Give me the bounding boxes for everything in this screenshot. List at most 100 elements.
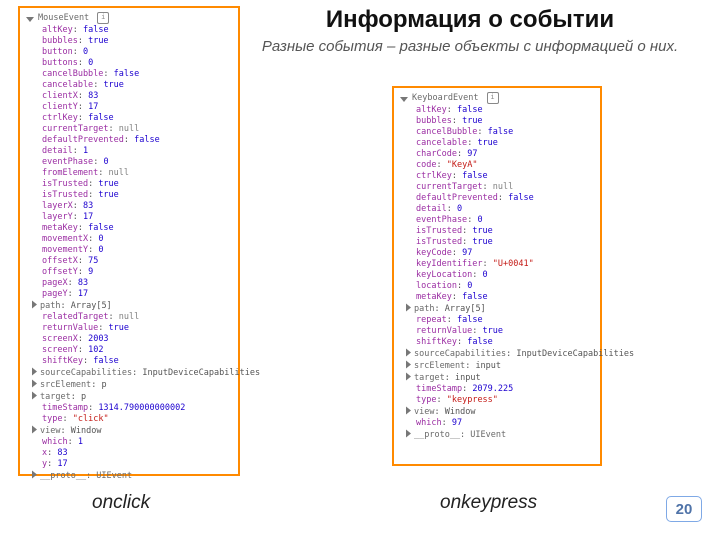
property-row[interactable]: srcElement: input [406,360,596,372]
property-row[interactable]: path: Array[5] [406,303,596,315]
property-key: repeat [416,315,447,325]
property-row[interactable]: sourceCapabilities: InputDeviceCapabilit… [406,348,596,360]
page-title: Информация о событии [260,6,680,34]
property-row[interactable]: srcElement: p [32,379,234,391]
property-key: keyLocation [416,270,472,280]
info-icon[interactable]: i [97,12,109,24]
property-row[interactable]: target: p [32,391,234,403]
property-row: shiftKey: false [42,356,234,367]
property-row: isTrusted: true [416,237,596,248]
info-icon[interactable]: i [487,92,499,104]
property-key: isTrusted [42,179,88,189]
chevron-right-icon [406,407,411,415]
property-row: buttons: 0 [42,58,234,69]
property-value: Array[5] [71,301,112,311]
property-value: Window [445,407,476,417]
property-value: 17 [78,289,88,299]
property-value: 2079.225 [472,384,513,394]
property-key: pageY [42,289,68,299]
property-key: defaultPrevented [416,193,498,203]
property-row: timeStamp: 2079.225 [416,384,596,395]
property-key: detail [416,204,447,214]
property-key: metaKey [42,223,78,233]
property-key: eventPhase [416,215,467,225]
property-value: 0 [467,281,472,291]
property-key: keyIdentifier [416,259,483,269]
property-value: 0 [103,157,108,167]
property-key: cancelable [42,80,93,90]
property-row: returnValue: true [416,326,596,337]
property-key: buttons [42,58,78,68]
property-value: 97 [467,149,477,159]
property-value: p [101,380,106,390]
property-value: false [467,337,493,347]
property-key: view [40,426,60,436]
property-key: which [42,437,68,447]
property-key: clientY [42,102,78,112]
property-value: false [134,135,160,145]
proto-row[interactable]: __proto__: UIEvent [26,470,234,482]
keyboardevent-header[interactable]: KeyboardEvent i [400,92,596,104]
property-row: timeStamp: 1314.790000000002 [42,403,234,414]
property-value: input [475,361,501,371]
property-key: clientX [42,91,78,101]
property-key: altKey [416,105,447,115]
event-class-name: KeyboardEvent [412,93,479,104]
property-row: keyLocation: 0 [416,270,596,281]
property-value: 83 [83,201,93,211]
property-row: relatedTarget: null [42,312,234,323]
proto-row[interactable]: __proto__: UIEvent [400,429,596,441]
property-row: cancelBubble: false [416,127,596,138]
property-row: defaultPrevented: false [42,135,234,146]
property-row: button: 0 [42,47,234,58]
property-row: cancelBubble: false [42,69,234,80]
property-row[interactable]: path: Array[5] [32,300,234,312]
property-value: false [88,223,114,233]
property-value: false [508,193,534,203]
property-key: offsetX [42,256,78,266]
chevron-right-icon [406,430,411,438]
property-value: true [103,80,123,90]
mouseevent-header[interactable]: MouseEvent i [26,12,234,24]
property-key: target [40,392,71,402]
property-value: 97 [452,418,462,428]
page-number-badge: 20 [666,496,702,522]
property-value: false [462,171,488,181]
property-row[interactable]: sourceCapabilities: InputDeviceCapabilit… [32,367,234,379]
keyboardevent-panel: KeyboardEvent i altKey: falsebubbles: tr… [392,86,602,466]
property-key: screenY [42,345,78,355]
property-row[interactable]: view: Window [32,425,234,437]
property-row: repeat: false [416,315,596,326]
property-value: input [455,373,481,383]
property-key: eventPhase [42,157,93,167]
property-row: eventPhase: 0 [42,157,234,168]
property-value: true [477,138,497,148]
property-value: 75 [88,256,98,266]
property-value: "keypress" [447,395,498,405]
chevron-right-icon [32,368,37,376]
chevron-right-icon [32,392,37,400]
property-value: 102 [88,345,103,355]
property-value: "click" [73,414,109,424]
mouseevent-properties: altKey: falsebubbles: truebutton: 0butto… [26,25,234,470]
chevron-right-icon [32,426,37,434]
property-row: clientY: 17 [42,102,234,113]
property-value: false [93,356,119,366]
property-row: ctrlKey: false [42,113,234,124]
property-row: x: 83 [42,448,234,459]
property-key: ctrlKey [416,171,452,181]
property-value: 17 [88,102,98,112]
property-row: isTrusted: true [42,190,234,201]
property-key: ctrlKey [42,113,78,123]
property-row: keyIdentifier: "U+0041" [416,259,596,270]
property-key: returnValue [42,323,98,333]
property-key: relatedTarget [42,312,109,322]
property-key: which [416,418,442,428]
property-row[interactable]: view: Window [406,406,596,418]
property-row: screenY: 102 [42,345,234,356]
property-key: bubbles [42,36,78,46]
property-row: detail: 0 [416,204,596,215]
property-key: defaultPrevented [42,135,124,145]
property-row[interactable]: target: input [406,372,596,384]
property-value: false [488,127,514,137]
